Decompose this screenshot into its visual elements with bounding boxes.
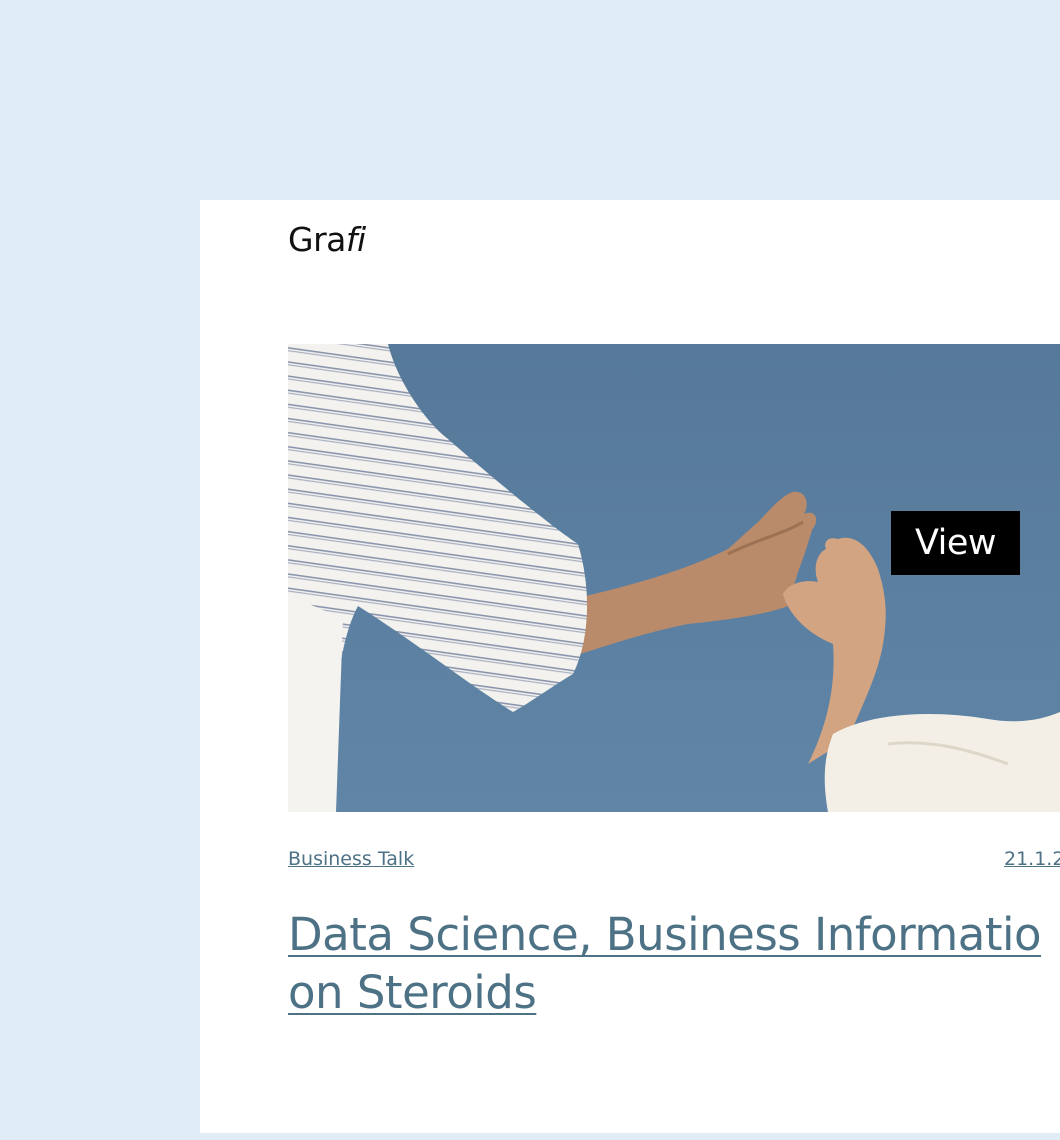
- logo-text-italic: fi: [345, 220, 366, 259]
- hands-reaching-photo: [288, 344, 1060, 812]
- article-title-line-1: Data Science, Business Informatio: [288, 908, 1042, 961]
- category-link[interactable]: Business Talk: [288, 848, 414, 870]
- logo-text-regular: Gra: [288, 220, 346, 259]
- post-card: Grafi View Business Talk 21.1.2 Data Sci…: [200, 200, 1060, 1133]
- post-date: 21.1.2: [1004, 848, 1060, 870]
- site-logo[interactable]: Grafi: [288, 218, 366, 262]
- article-title-link[interactable]: Data Science, Business Informatio on Ste…: [288, 906, 1060, 1022]
- hero-image[interactable]: View: [288, 344, 1060, 812]
- view-button[interactable]: View: [891, 511, 1020, 575]
- article-title-line-2: on Steroids: [288, 966, 537, 1019]
